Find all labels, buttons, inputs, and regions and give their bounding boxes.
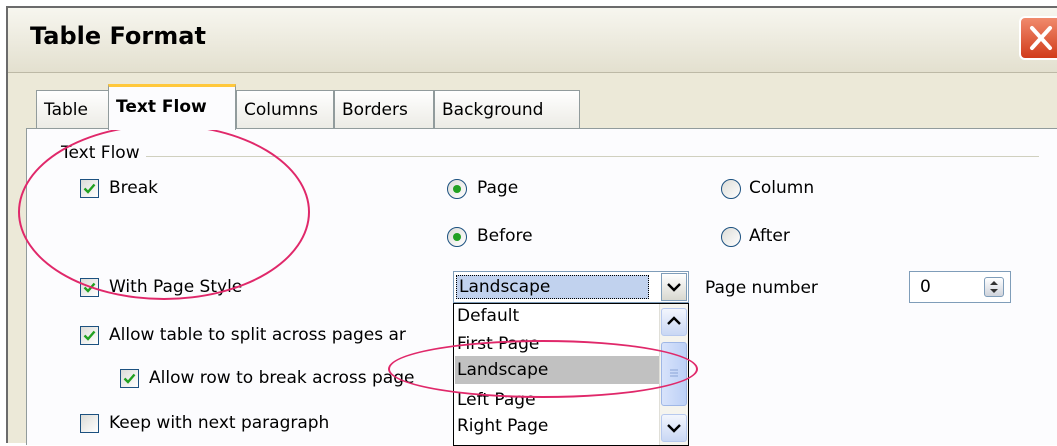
radio-selected-icon — [453, 185, 461, 193]
list-item[interactable]: First Page — [455, 330, 659, 358]
checkmark-icon — [83, 330, 96, 341]
dropdown-button[interactable] — [661, 273, 687, 301]
allow-split-label: Allow table to split across pages ar — [109, 325, 406, 345]
grip-icon — [670, 369, 678, 377]
column-radio-label: Column — [749, 178, 815, 198]
spin-buttons[interactable] — [984, 277, 1004, 297]
checkmark-icon — [83, 282, 96, 293]
page-number-value: 0 — [920, 277, 931, 297]
radio-selected-icon — [453, 233, 461, 241]
keep-with-next-label: Keep with next paragraph — [109, 413, 330, 433]
spin-arrows-icon — [990, 281, 998, 293]
page-number-spinbox[interactable]: 0 — [909, 271, 1011, 303]
close-icon — [1030, 26, 1052, 50]
after-radio[interactable] — [721, 227, 741, 247]
scroll-up-button[interactable] — [661, 308, 687, 336]
chevron-down-icon — [667, 283, 681, 292]
column-radio[interactable] — [721, 179, 741, 199]
tab-borders[interactable]: Borders — [334, 90, 434, 128]
checkmark-icon — [83, 183, 96, 194]
allow-row-break-label: Allow row to break across page — [149, 368, 415, 388]
with-page-style-label: With Page Style — [109, 277, 243, 297]
page-radio[interactable] — [447, 179, 467, 199]
allow-split-checkbox[interactable] — [80, 326, 99, 345]
with-page-style-checkbox[interactable] — [80, 278, 99, 297]
close-button[interactable] — [1019, 16, 1057, 60]
before-radio-label: Before — [477, 226, 533, 246]
page-radio-label: Page — [477, 178, 519, 198]
list-item[interactable]: Left Page — [455, 386, 659, 414]
break-checkbox[interactable] — [80, 179, 99, 198]
page-style-value: Landscape — [456, 275, 649, 299]
allow-row-break-checkbox[interactable] — [120, 369, 139, 388]
scroll-down-button[interactable] — [661, 414, 687, 442]
text-flow-panel: Text Flow Break Page Column Before After… — [26, 128, 1057, 446]
chevron-up-icon — [667, 316, 681, 325]
checkmark-icon — [123, 373, 136, 384]
keep-with-next-checkbox[interactable] — [80, 414, 99, 433]
after-radio-label: After — [749, 226, 790, 246]
scroll-thumb[interactable] — [661, 342, 687, 406]
tab-text-flow[interactable]: Text Flow — [108, 84, 236, 130]
dialog-title: Table Format — [30, 22, 206, 50]
list-item[interactable]: Right Page — [455, 412, 659, 440]
page-number-label: Page number — [705, 278, 818, 298]
list-item-selected[interactable]: Landscape — [455, 356, 659, 384]
list-scrollbar[interactable] — [659, 304, 688, 445]
group-divider — [61, 156, 1039, 157]
before-radio[interactable] — [447, 227, 467, 247]
list-item[interactable]: Default — [455, 304, 659, 330]
tab-table[interactable]: Table — [36, 90, 109, 128]
tab-background[interactable]: Background — [434, 90, 580, 128]
tab-columns[interactable]: Columns — [236, 90, 334, 128]
page-style-dropdown[interactable]: Landscape — [453, 271, 689, 303]
table-format-dialog: Table Format Table Text Flow Columns Bor… — [6, 6, 1057, 446]
title-bar[interactable]: Table Format — [8, 8, 1057, 73]
text-flow-group-label: Text Flow — [57, 143, 146, 163]
chevron-down-icon — [667, 424, 681, 433]
page-style-list[interactable]: Default First Page Landscape Left Page R… — [453, 303, 689, 446]
break-label: Break — [109, 178, 158, 198]
